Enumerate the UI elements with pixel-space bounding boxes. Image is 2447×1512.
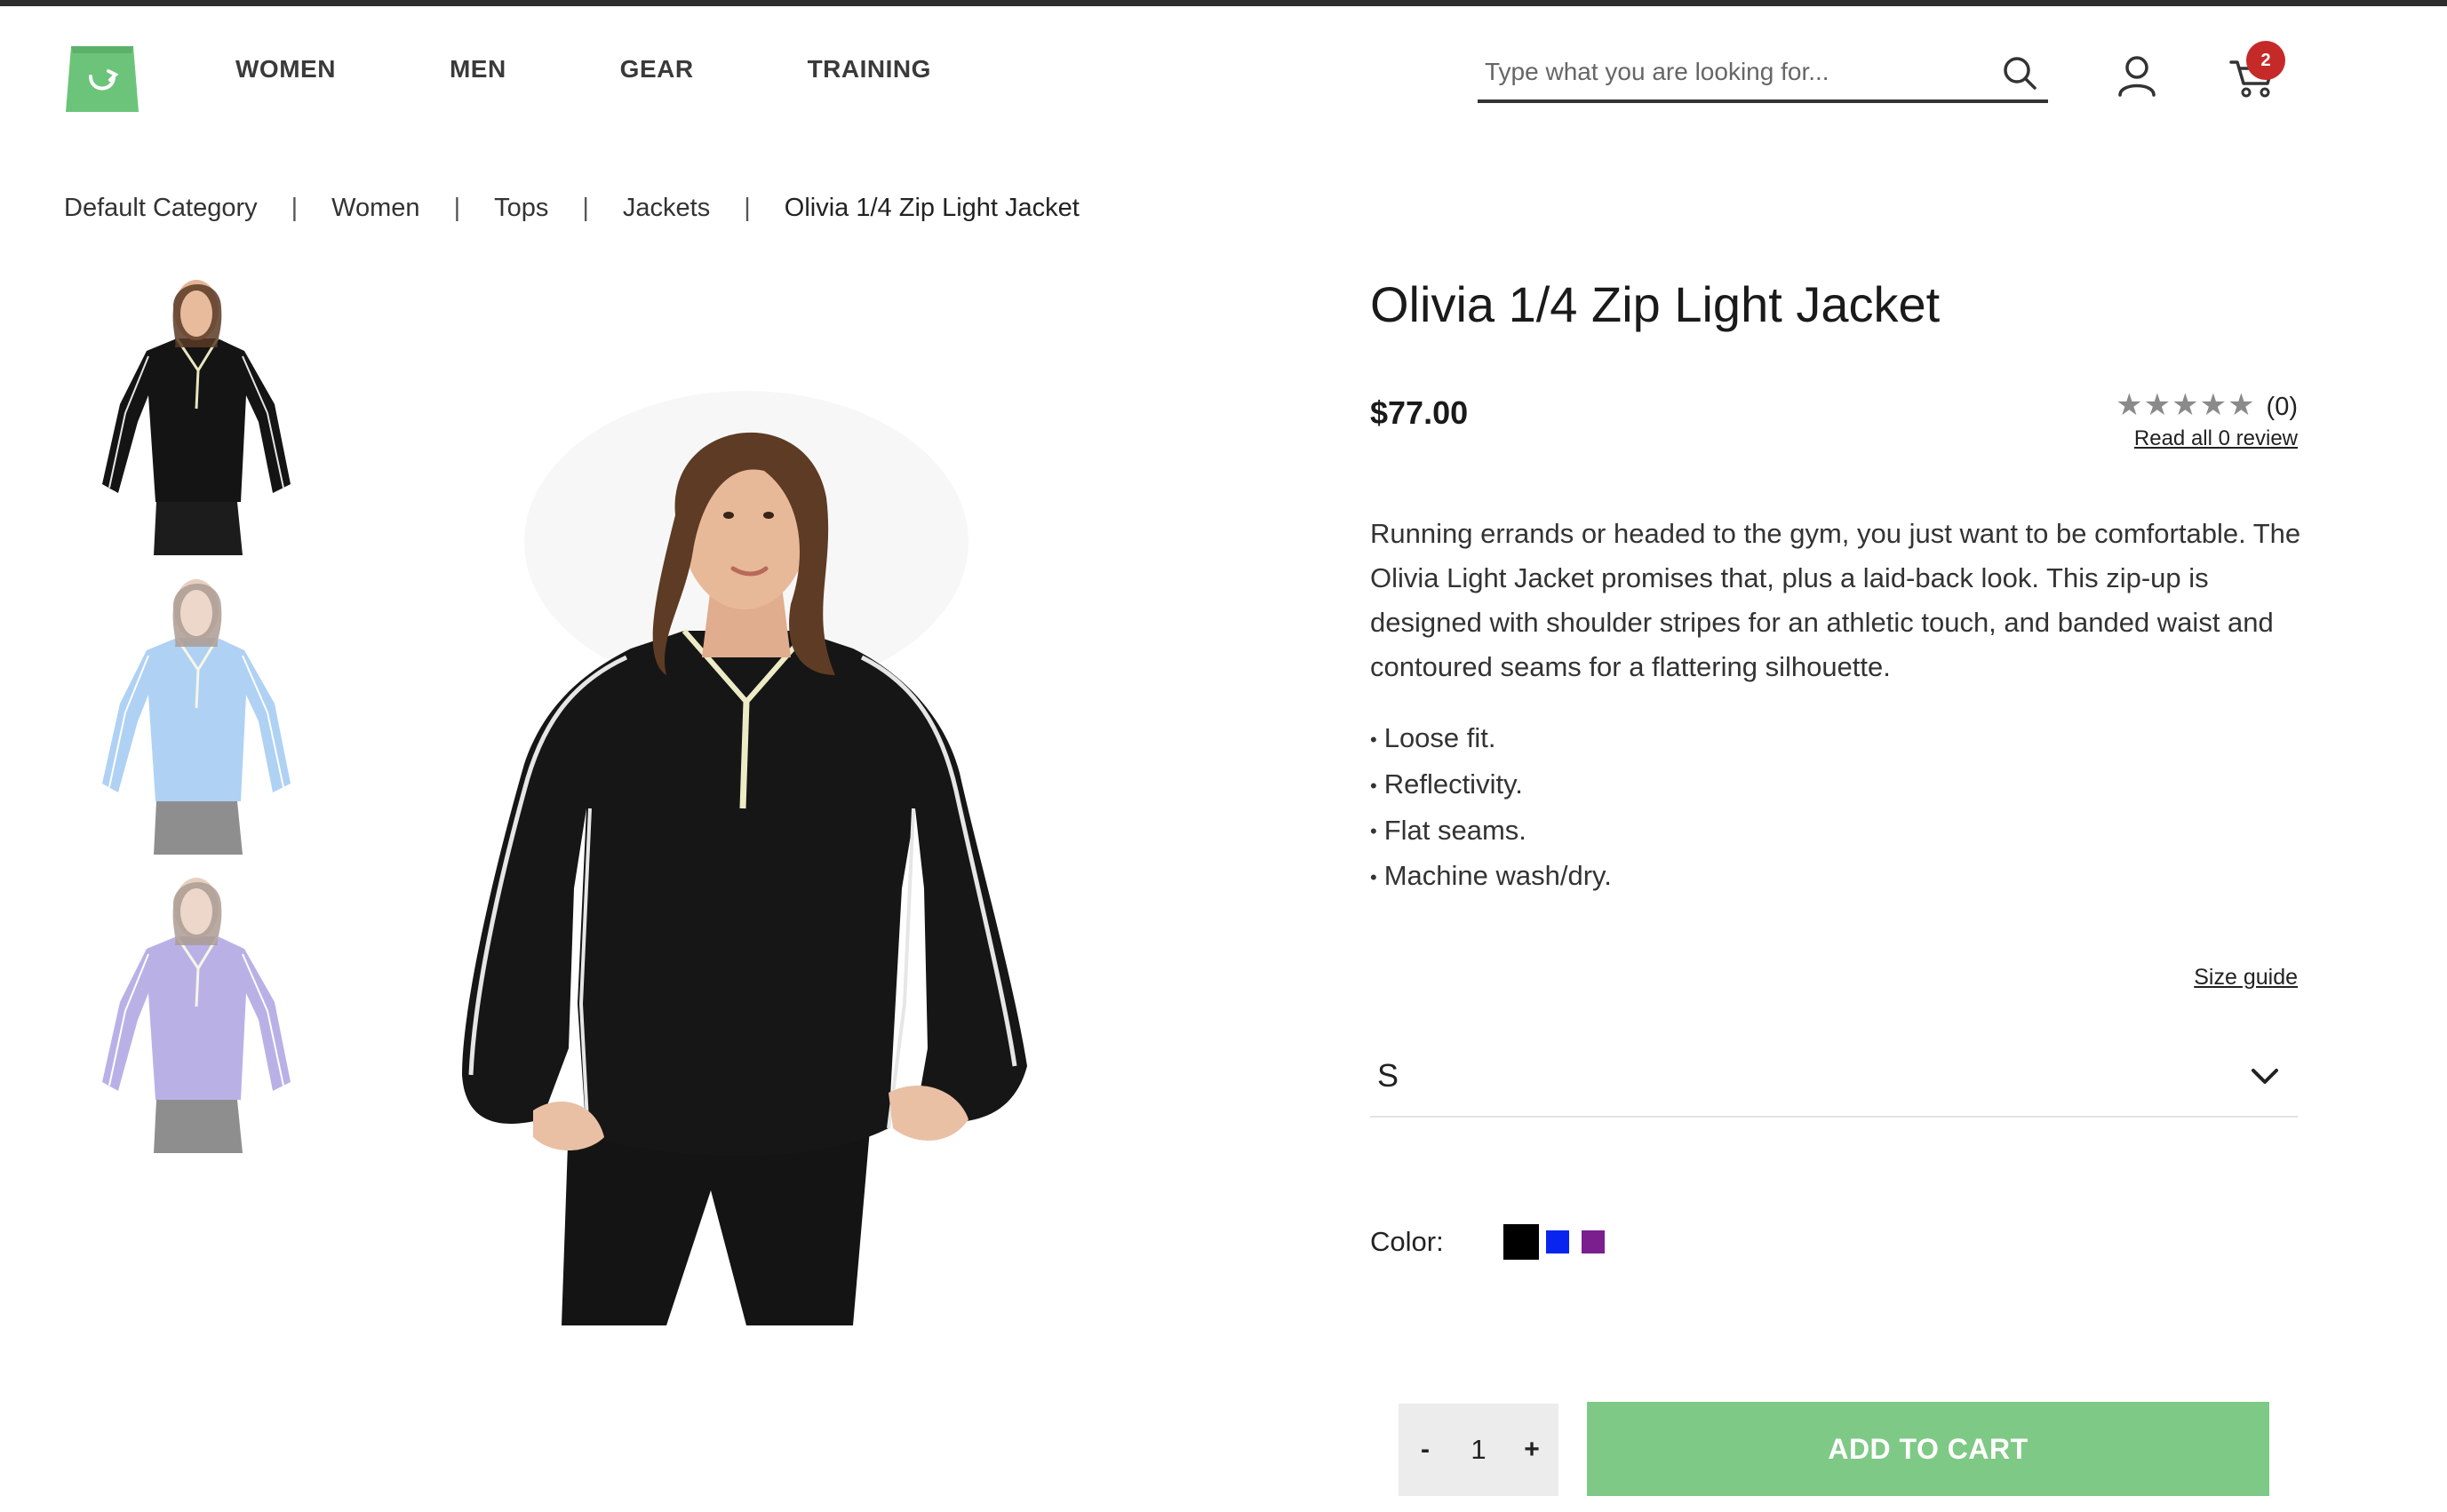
product-price: $77.00 xyxy=(1370,394,1469,431)
breadcrumb-current-product: Olivia 1/4 Zip Light Jacket xyxy=(784,194,1080,222)
feature-item: Loose fit. xyxy=(1370,716,2312,762)
main-product-image[interactable] xyxy=(391,391,1084,1325)
breadcrumb-jackets[interactable]: Jackets xyxy=(623,194,710,223)
breadcrumb-separator: | xyxy=(291,194,299,222)
product-features: Loose fit. Reflectivity. Flat seams. Mac… xyxy=(1370,716,2312,900)
top-border xyxy=(0,0,2447,6)
main-nav: WOMEN MEN GEAR TRAINING xyxy=(235,55,931,84)
color-selector: Color: xyxy=(1370,1224,1617,1260)
feature-item: Flat seams. xyxy=(1370,808,2312,855)
breadcrumb-women[interactable]: Women xyxy=(331,194,419,223)
color-swatch-blue[interactable] xyxy=(1546,1230,1569,1253)
breadcrumb-separator: | xyxy=(453,194,461,222)
color-label: Color: xyxy=(1370,1226,1444,1257)
feature-item: Reflectivity. xyxy=(1370,762,2312,808)
quantity-decrease-button[interactable]: - xyxy=(1407,1435,1443,1465)
account-icon[interactable] xyxy=(2115,53,2159,98)
nav-training[interactable]: TRAINING xyxy=(808,55,931,84)
breadcrumb: Default Category | Women | Tops | Jacket… xyxy=(64,194,1080,223)
cart-count-badge: 2 xyxy=(2246,41,2285,80)
quantity-stepper: - 1 + xyxy=(1399,1404,1558,1496)
search-bar xyxy=(1478,50,2048,103)
color-swatch-purple[interactable] xyxy=(1582,1230,1605,1253)
thumbnail-purple-jacket[interactable] xyxy=(84,869,302,1153)
size-guide-link[interactable]: Size guide xyxy=(2194,965,2298,991)
breadcrumb-separator: | xyxy=(744,194,751,222)
review-count: (0) xyxy=(2266,393,2298,421)
thumbnail-black-jacket[interactable] xyxy=(84,271,302,555)
size-select[interactable]: S xyxy=(1370,1046,2298,1118)
rating-stars: ★★★★★ xyxy=(2116,388,2256,422)
nav-men[interactable]: MEN xyxy=(450,55,506,84)
quantity-increase-button[interactable]: + xyxy=(1514,1435,1550,1465)
nav-gear[interactable]: GEAR xyxy=(620,55,694,84)
search-icon[interactable] xyxy=(2002,55,2037,91)
read-reviews-link[interactable]: Read all 0 review xyxy=(2116,426,2298,451)
product-description: Running errands or headed to the gym, yo… xyxy=(1370,518,2301,682)
shopping-bag-logo[interactable] xyxy=(64,41,140,114)
quantity-input[interactable]: 1 xyxy=(1461,1434,1496,1466)
breadcrumb-separator: | xyxy=(582,194,589,222)
nav-women[interactable]: WOMEN xyxy=(235,55,336,84)
product-rating: ★★★★★ (0) Read all 0 review xyxy=(2116,387,2298,451)
color-swatch-black[interactable] xyxy=(1503,1224,1539,1260)
thumbnail-blue-jacket[interactable] xyxy=(84,570,302,855)
chevron-down-icon xyxy=(2252,1069,2278,1084)
product-title: Olivia 1/4 Zip Light Jacket xyxy=(1370,276,1941,332)
add-to-cart-button[interactable]: ADD TO CART xyxy=(1587,1402,2269,1496)
feature-item: Machine wash/dry. xyxy=(1370,854,2312,900)
breadcrumb-tops[interactable]: Tops xyxy=(494,194,548,223)
search-input[interactable] xyxy=(1483,57,1984,87)
breadcrumb-default-category[interactable]: Default Category xyxy=(64,194,258,223)
size-selected-value: S xyxy=(1377,1057,1399,1094)
